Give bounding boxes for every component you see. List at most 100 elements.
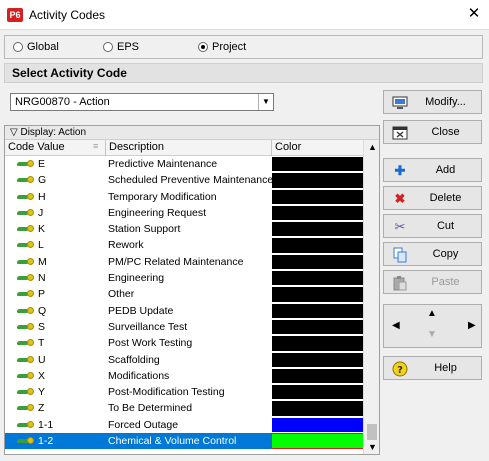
code-value-cell: P <box>38 288 46 301</box>
add-icon: ✚ <box>394 163 406 178</box>
vertical-scrollbar[interactable]: ▲ ▼ <box>363 140 379 454</box>
code-value-cell: L <box>38 239 44 252</box>
color-cell[interactable] <box>272 303 363 318</box>
move-left-icon[interactable]: ◀ <box>392 320 400 331</box>
display-options-bar[interactable]: ▽ Display: Action <box>5 126 379 140</box>
table-row[interactable]: M PM/PC Related Maintenance <box>5 254 363 270</box>
activity-code-icon <box>16 404 34 413</box>
description-cell: Other <box>108 288 135 301</box>
table-row[interactable]: 1-1 Forced Outage <box>5 417 363 433</box>
color-cell[interactable] <box>272 336 363 351</box>
code-value-cell: Q <box>38 304 47 317</box>
color-cell[interactable] <box>272 417 363 433</box>
table-row[interactable]: U Scaffolding <box>5 352 363 368</box>
color-cell[interactable] <box>272 287 363 302</box>
color-cell[interactable] <box>272 385 363 400</box>
color-cell[interactable] <box>272 401 363 416</box>
table-header: Code Value ≡ Description Color <box>5 140 363 156</box>
delete-button-label: Delete <box>429 192 462 204</box>
chevron-down-icon[interactable]: ▼ <box>258 94 273 110</box>
table-row[interactable]: 1-2 Chemical & Volume Control <box>5 433 364 450</box>
color-cell[interactable] <box>272 254 363 270</box>
delete-icon: ✖ <box>394 191 406 206</box>
code-value-cell: 1-2 <box>38 435 54 448</box>
color-cell[interactable] <box>272 173 363 188</box>
code-value-cell: J <box>38 206 44 219</box>
paste-button[interactable]: Paste <box>383 270 482 294</box>
color-cell[interactable] <box>271 433 364 450</box>
sort-icon: ≡ <box>93 141 99 151</box>
chevron-down-icon: ▽ <box>10 127 21 138</box>
add-button[interactable]: ✚ Add <box>383 158 482 182</box>
cut-button-label: Cut <box>436 220 455 232</box>
description-cell: Post Work Testing <box>108 337 193 350</box>
table-row[interactable]: T Post Work Testing <box>5 335 363 351</box>
table-row[interactable]: Z To Be Determined <box>5 400 363 416</box>
column-header-code-value[interactable]: Code Value <box>8 141 65 153</box>
table-row[interactable]: J Engineering Request <box>5 205 363 221</box>
scissors-icon: ✂ <box>394 219 406 234</box>
radio-button-selected-icon <box>198 42 208 52</box>
activity-code-select[interactable]: NRG00870 - Action ▼ <box>10 93 274 111</box>
table-body: E Predictive Maintenance G Scheduled Preven… <box>5 156 364 450</box>
code-value-cell: S <box>38 320 46 333</box>
description-cell: Engineering <box>108 272 165 285</box>
modify-button-label: Modify... <box>425 96 466 108</box>
description-cell: Scaffolding <box>108 353 160 366</box>
color-cell[interactable] <box>272 222 363 237</box>
scroll-up-icon[interactable]: ▲ <box>368 142 377 152</box>
move-down-icon[interactable]: ▼ <box>427 329 437 340</box>
close-button[interactable]: Close <box>383 120 482 144</box>
color-cell[interactable] <box>272 368 363 384</box>
color-cell[interactable] <box>272 352 363 367</box>
color-cell[interactable] <box>272 319 363 335</box>
description-cell: Surveillance Test <box>108 320 188 333</box>
table-row[interactable]: K Station Support <box>5 221 363 237</box>
move-up-icon[interactable]: ▲ <box>427 308 437 319</box>
radio-project[interactable]: Project <box>198 41 246 53</box>
activity-code-icon <box>16 241 34 250</box>
description-cell: Station Support <box>108 223 181 236</box>
color-cell[interactable] <box>272 157 363 172</box>
code-value-cell: M <box>38 255 47 268</box>
table-row[interactable]: L Rework <box>5 237 363 253</box>
table-row[interactable]: S Surveillance Test <box>5 319 363 335</box>
column-header-description[interactable]: Description <box>109 141 164 153</box>
delete-button[interactable]: ✖ Delete <box>383 186 482 210</box>
activity-code-icon <box>16 371 34 381</box>
description-cell: Modifications <box>108 369 170 382</box>
table-row[interactable]: P Other <box>5 286 363 302</box>
radio-eps[interactable]: EPS <box>103 41 139 53</box>
color-cell[interactable] <box>272 271 363 286</box>
scope-selector: Global EPS Project <box>4 35 483 59</box>
cut-button[interactable]: ✂ Cut <box>383 214 482 238</box>
code-value-cell: E <box>38 158 46 170</box>
code-value-cell: 1-1 <box>38 418 54 431</box>
move-right-icon[interactable]: ▶ <box>468 320 476 331</box>
modify-button[interactable]: Modify... <box>383 90 482 114</box>
copy-button[interactable]: Copy <box>383 242 482 266</box>
scrollbar-thumb[interactable] <box>367 424 377 440</box>
scroll-down-icon[interactable]: ▼ <box>368 442 377 452</box>
help-button[interactable]: ? Help <box>383 356 482 380</box>
table-row[interactable]: X Modifications <box>5 368 363 384</box>
window-close-icon[interactable]: ✕ <box>459 0 489 30</box>
table-row[interactable]: E Predictive Maintenance <box>5 156 363 172</box>
code-value-cell: U <box>38 353 46 366</box>
color-cell[interactable] <box>272 238 363 253</box>
color-cell[interactable] <box>272 205 363 221</box>
activity-code-icon <box>16 192 34 202</box>
column-header-color[interactable]: Color <box>275 141 301 153</box>
table-row[interactable]: G Scheduled Preventive Maintenance <box>5 172 363 188</box>
table-row[interactable]: Q PEDB Update <box>5 303 363 319</box>
table-row[interactable]: N Engineering <box>5 270 363 286</box>
code-value-cell: G <box>38 174 47 187</box>
color-cell[interactable] <box>272 189 363 204</box>
radio-button-icon <box>103 42 113 52</box>
table-row[interactable]: Y Post-Modification Testing <box>5 384 363 400</box>
activity-code-icon <box>16 274 34 283</box>
radio-global-label: Global <box>27 41 59 53</box>
radio-global[interactable]: Global <box>13 41 59 53</box>
table-row[interactable]: H Temporary Modification <box>5 189 363 205</box>
activity-code-icon <box>16 208 34 218</box>
